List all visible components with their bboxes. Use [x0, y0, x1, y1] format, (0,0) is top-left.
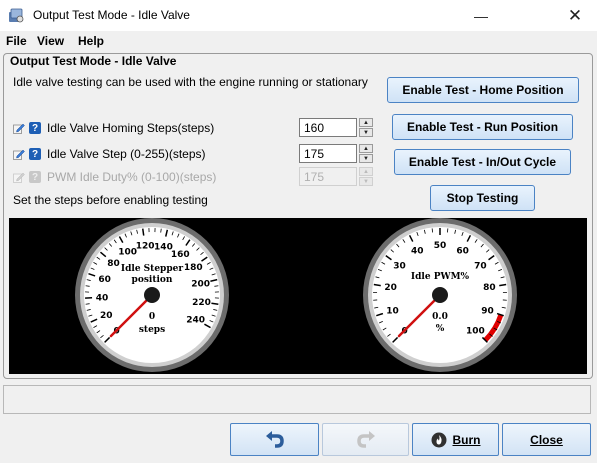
gauge-tick-label: 240	[186, 315, 205, 325]
close-button[interactable]: Close	[502, 423, 591, 456]
gauge-tick-label: 10	[386, 306, 399, 316]
gauge-value: 0.0	[432, 312, 448, 322]
gauge-tick-label: 60	[456, 246, 469, 256]
gauge-tick-label: 70	[474, 262, 487, 272]
gauge-tick-label: 120	[136, 241, 155, 251]
gauge-major-tick	[211, 302, 219, 305]
gauge-value: 0	[149, 312, 155, 322]
gauge-title: Idle PWM%	[411, 272, 470, 282]
valve-step-input[interactable]	[299, 144, 357, 163]
title-bar: Output Test Mode - Idle Valve — ✕	[0, 0, 597, 31]
gauge-title: Idle Stepper	[121, 264, 183, 274]
undo-icon	[265, 430, 284, 448]
panel-title: Output Test Mode - Idle Valve	[8, 54, 179, 68]
panel-description: Idle valve testing can be used with the …	[13, 75, 368, 89]
pwm-duty-label: PWM Idle Duty% (0-100)(steps)	[47, 170, 217, 184]
edit-pencil-icon[interactable]	[13, 122, 25, 134]
edit-pencil-icon	[13, 172, 25, 183]
redo-icon	[356, 430, 375, 448]
spin-up-arrow-icon: ▲	[359, 167, 373, 176]
enable-home-position-button[interactable]: Enable Test - Home Position	[387, 77, 579, 103]
homing-steps-spinner: ▲ ▼	[299, 118, 374, 137]
gauge-title-line2: position	[132, 275, 173, 285]
minimize-button[interactable]: —	[458, 0, 504, 31]
gauge-units: %	[436, 324, 445, 334]
spin-down-arrow-icon: ▼	[359, 177, 373, 186]
spin-up-arrow-icon[interactable]: ▲	[359, 118, 373, 127]
gauge-tick-label: 100	[466, 326, 485, 336]
help-icon[interactable]: ?	[29, 148, 41, 160]
gauge-minor-tick	[85, 303, 90, 305]
gauge-display: 020406080100120140160180200220240 Idle S…	[9, 218, 587, 374]
valve-step-label: Idle Valve Step (0-255)(steps)	[47, 147, 206, 161]
gauge-tick-label: 90	[481, 306, 494, 316]
menu-view[interactable]: View	[37, 34, 64, 48]
gauge-hub	[432, 287, 448, 303]
close-label: Close	[530, 432, 563, 447]
gauge-tick-label: 50	[434, 241, 447, 251]
gauge-tick-label: 160	[171, 250, 190, 260]
homing-steps-label: Idle Valve Homing Steps(steps)	[47, 121, 215, 135]
gauge-tick-label: 40	[411, 246, 424, 256]
undo-button[interactable]	[230, 423, 319, 456]
gauge-tick-label: 220	[192, 298, 211, 308]
homing-steps-input[interactable]	[299, 118, 357, 137]
gauge-tick-label: 20	[384, 283, 397, 293]
gauge-tick-label: 80	[107, 259, 120, 269]
enable-inout-cycle-button[interactable]: Enable Test - In/Out Cycle	[394, 149, 571, 175]
help-icon: ?	[29, 171, 41, 183]
flame-icon	[431, 432, 446, 447]
gauge-hub	[144, 287, 160, 303]
spin-down-arrow-icon[interactable]: ▼	[359, 128, 373, 137]
app-icon	[9, 8, 24, 23]
gauge-tick-label: 100	[118, 247, 137, 257]
gauge-tick-label: 60	[98, 275, 111, 285]
stop-testing-button[interactable]: Stop Testing	[430, 185, 535, 211]
burn-label: Burn	[452, 432, 481, 447]
pwm-duty-input	[299, 167, 357, 186]
redo-button	[322, 423, 409, 456]
close-window-button[interactable]: ✕	[552, 0, 597, 31]
menu-bar: File View Help	[0, 32, 597, 50]
status-bar	[3, 385, 591, 414]
gauge-units: steps	[139, 325, 165, 335]
help-icon[interactable]: ?	[29, 122, 41, 134]
menu-file[interactable]: File	[6, 34, 27, 48]
menu-help[interactable]: Help	[78, 34, 104, 48]
gauge-major-tick	[142, 228, 145, 236]
gauge-minor-tick	[85, 285, 90, 287]
spin-down-arrow-icon[interactable]: ▼	[359, 154, 373, 163]
burn-button[interactable]: Burn	[412, 423, 499, 456]
hint-text: Set the steps before enabling testing	[13, 193, 208, 207]
gauge-tick-label: 40	[96, 293, 109, 303]
window-title: Output Test Mode - Idle Valve	[33, 8, 190, 22]
gauge-tick-label: 200	[191, 280, 210, 290]
gauge-minor-tick	[214, 285, 219, 287]
valve-step-spinner: ▲ ▼	[299, 144, 374, 163]
enable-run-position-button[interactable]: Enable Test - Run Position	[392, 114, 573, 140]
gauge-tick-label: 20	[100, 311, 113, 321]
gauge-tick-label: 80	[483, 283, 496, 293]
gauge-minor-tick	[160, 228, 162, 233]
gauge-tick-label: 30	[393, 262, 406, 272]
edit-pencil-icon[interactable]	[13, 148, 25, 160]
pwm-duty-spinner: ▲ ▼	[299, 167, 374, 186]
gauge-tick-label: 180	[184, 263, 203, 273]
spin-up-arrow-icon[interactable]: ▲	[359, 144, 373, 153]
